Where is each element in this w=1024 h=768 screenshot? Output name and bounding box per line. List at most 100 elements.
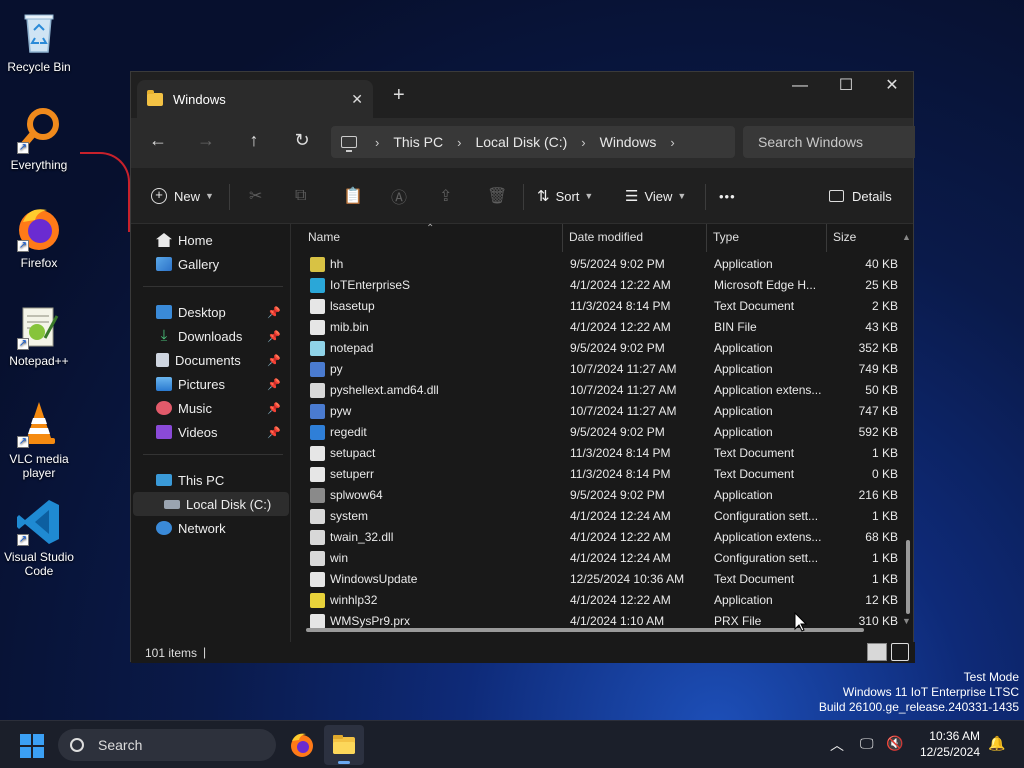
sidebar-item-music[interactable]: Music 📌: [131, 396, 287, 420]
breadcrumb-windows[interactable]: Windows: [600, 134, 657, 150]
sidebar-item-desktop[interactable]: Desktop 📌: [131, 300, 287, 324]
copy-icon[interactable]: ⧉: [295, 168, 306, 224]
desktop-icon-vlc[interactable]: ↗ VLC media player: [4, 400, 74, 480]
sidebar-item-label: Downloads: [178, 328, 243, 344]
tab-close-icon[interactable]: ✕: [351, 91, 363, 108]
file-row[interactable]: setuperr 11/3/2024 8:14 PM Text Document 0 …: [292, 464, 904, 485]
pin-icon[interactable]: 📌: [267, 354, 281, 367]
show-hidden-icons-chevron[interactable]: ︿: [830, 735, 844, 755]
file-row[interactable]: pyshellext.amd64.dll 10/7/2024 11:27 AM Ap…: [292, 380, 904, 401]
file-row[interactable]: pyw 10/7/2024 11:27 AM Application 747 KB: [292, 401, 904, 422]
file-row[interactable]: WindowsUpdate 12/25/2024 10:36 AM Text Doc…: [292, 569, 904, 590]
sidebar-item-documents[interactable]: Documents 📌: [131, 348, 287, 372]
file-row[interactable]: setupact 11/3/2024 8:14 PM Text Document 1 …: [292, 443, 904, 464]
breadcrumb-this-pc[interactable]: This PC: [393, 134, 443, 150]
sidebar-item-gallery[interactable]: Gallery: [131, 252, 287, 276]
minimize-button[interactable]: —: [777, 72, 823, 104]
file-row[interactable]: lsasetup 11/3/2024 8:14 PM Text Document 2 …: [292, 296, 904, 317]
new-tab-button[interactable]: +: [393, 84, 405, 107]
details-view-icon[interactable]: [867, 643, 887, 661]
vertical-scrollbar-thumb[interactable]: [906, 540, 910, 614]
file-row[interactable]: mib.bin 4/1/2024 12:22 AM BIN File 43 KB: [292, 317, 904, 338]
desktop-icon-recycle-bin[interactable]: Recycle Bin: [4, 8, 74, 74]
horizontal-scrollbar-thumb[interactable]: [306, 628, 864, 632]
shortcut-arrow-icon: ↗: [17, 338, 29, 350]
sidebar-item-downloads[interactable]: ⤓ Downloads 📌: [131, 324, 287, 348]
pin-icon[interactable]: 📌: [267, 306, 281, 319]
file-row[interactable]: py 10/7/2024 11:27 AM Application 749 KB: [292, 359, 904, 380]
file-row[interactable]: win 4/1/2024 12:24 AM Configuration sett..…: [292, 548, 904, 569]
sidebar-item-home[interactable]: Home: [131, 228, 287, 252]
plus-circle-icon: +: [151, 188, 167, 204]
sidebar-item-this-pc[interactable]: This PC: [131, 468, 287, 492]
file-row[interactable]: twain_32.dll 4/1/2024 12:22 AM Application…: [292, 527, 904, 548]
up-arrow-icon[interactable]: ↑: [241, 130, 267, 151]
file-type: PRX File: [714, 614, 762, 628]
pin-icon[interactable]: 📌: [267, 378, 281, 391]
file-row[interactable]: winhlp32 4/1/2024 12:22 AM Application 12 K…: [292, 590, 904, 611]
file-row[interactable]: notepad 9/5/2024 9:02 PM Application 352 KB: [292, 338, 904, 359]
share-icon[interactable]: ⇪: [439, 168, 452, 224]
file-date-modified: 4/1/2024 12:24 AM: [570, 551, 671, 565]
chevron-right-icon[interactable]: ›: [457, 135, 461, 150]
tiles-view-icon[interactable]: [891, 643, 909, 661]
pin-icon[interactable]: 📌: [267, 402, 281, 415]
python-icon: [310, 404, 325, 419]
sort-icon: ⇅: [537, 188, 550, 205]
taskbar-firefox[interactable]: [282, 725, 322, 765]
system-clock[interactable]: 10:36 AM 12/25/2024: [920, 728, 980, 760]
file-date-modified: 4/1/2024 12:24 AM: [570, 509, 671, 523]
close-button[interactable]: ✕: [869, 72, 915, 104]
delete-icon[interactable]: 🗑: [487, 168, 507, 224]
desktop-icon-label: VLC media player: [9, 452, 69, 480]
breadcrumb-local-disk[interactable]: Local Disk (C:): [475, 134, 567, 150]
notification-bell-icon[interactable]: 🔔: [988, 735, 1005, 752]
partial-row[interactable]: [292, 244, 904, 250]
maximize-button[interactable]: ☐: [823, 72, 869, 104]
taskbar-search[interactable]: Search: [58, 729, 276, 761]
search-input[interactable]: Search Windows: [743, 126, 915, 158]
tab-windows[interactable]: Windows ✕: [137, 80, 373, 118]
desktop-icon-everything[interactable]: ↗ Everything: [4, 106, 74, 172]
chevron-right-icon[interactable]: ›: [581, 135, 585, 150]
taskbar-file-explorer[interactable]: [324, 725, 364, 765]
cut-icon[interactable]: ✂: [249, 168, 262, 224]
downloads-icon: ⤓: [160, 327, 168, 344]
sidebar-item-local-disk[interactable]: Local Disk (C:): [133, 492, 289, 516]
file-name: pyshellext.amd64.dll: [330, 383, 439, 397]
sidebar-item-videos[interactable]: Videos 📌: [131, 420, 287, 444]
sidebar-item-pictures[interactable]: Pictures 📌: [131, 372, 287, 396]
file-row[interactable]: splwow64 9/5/2024 9:02 PM Application 216 K…: [292, 485, 904, 506]
rename-icon[interactable]: Ⓐ: [391, 168, 407, 224]
chevron-right-icon[interactable]: ›: [670, 135, 674, 150]
paste-icon[interactable]: 📋: [343, 168, 363, 224]
file-row[interactable]: IoTEnterpriseS 4/1/2024 12:22 AM Microsoft…: [292, 275, 904, 296]
desktop-icon-firefox[interactable]: ↗ Firefox: [4, 204, 74, 270]
more-options-button[interactable]: •••: [719, 168, 736, 224]
start-button[interactable]: [20, 734, 44, 758]
pin-icon[interactable]: 📌: [267, 330, 281, 343]
chevron-right-icon[interactable]: ›: [375, 135, 379, 150]
sidebar-item-network[interactable]: Network: [131, 516, 287, 540]
file-row[interactable]: hh 9/5/2024 9:02 PM Application 40 KB: [292, 254, 904, 275]
file-type: Configuration sett...: [714, 551, 819, 565]
file-row[interactable]: regedit 9/5/2024 9:02 PM Application 592 KB: [292, 422, 904, 443]
details-pane-button[interactable]: Details: [829, 168, 892, 224]
forward-arrow-icon[interactable]: →: [193, 130, 219, 151]
pin-icon[interactable]: 📌: [267, 426, 281, 439]
file-row[interactable]: system 4/1/2024 12:24 AM Configuration set…: [292, 506, 904, 527]
scroll-down-icon[interactable]: ▼: [902, 608, 911, 636]
refresh-icon[interactable]: ↻: [289, 130, 315, 151]
desktop-icon-vscode[interactable]: ↗ Visual Studio Code: [4, 498, 74, 578]
file-size: 749 KB: [858, 362, 898, 376]
text-cursor: |: [203, 645, 207, 659]
view-button[interactable]: ☰ View ▼: [625, 168, 686, 224]
sort-button[interactable]: ⇅ Sort ▼: [537, 168, 593, 224]
back-arrow-icon[interactable]: ←: [145, 130, 171, 151]
network-status-icon[interactable]: 🖵: [860, 735, 874, 752]
volume-muted-icon[interactable]: 🔇: [886, 735, 903, 752]
scroll-up-icon[interactable]: ▲: [902, 224, 911, 252]
address-bar[interactable]: › This PC › Local Disk (C:) › Windows ›: [331, 126, 735, 158]
desktop-icon-notepad-plus-plus[interactable]: ↗ Notepad++: [4, 302, 74, 368]
new-button[interactable]: + New ▼: [151, 168, 214, 224]
